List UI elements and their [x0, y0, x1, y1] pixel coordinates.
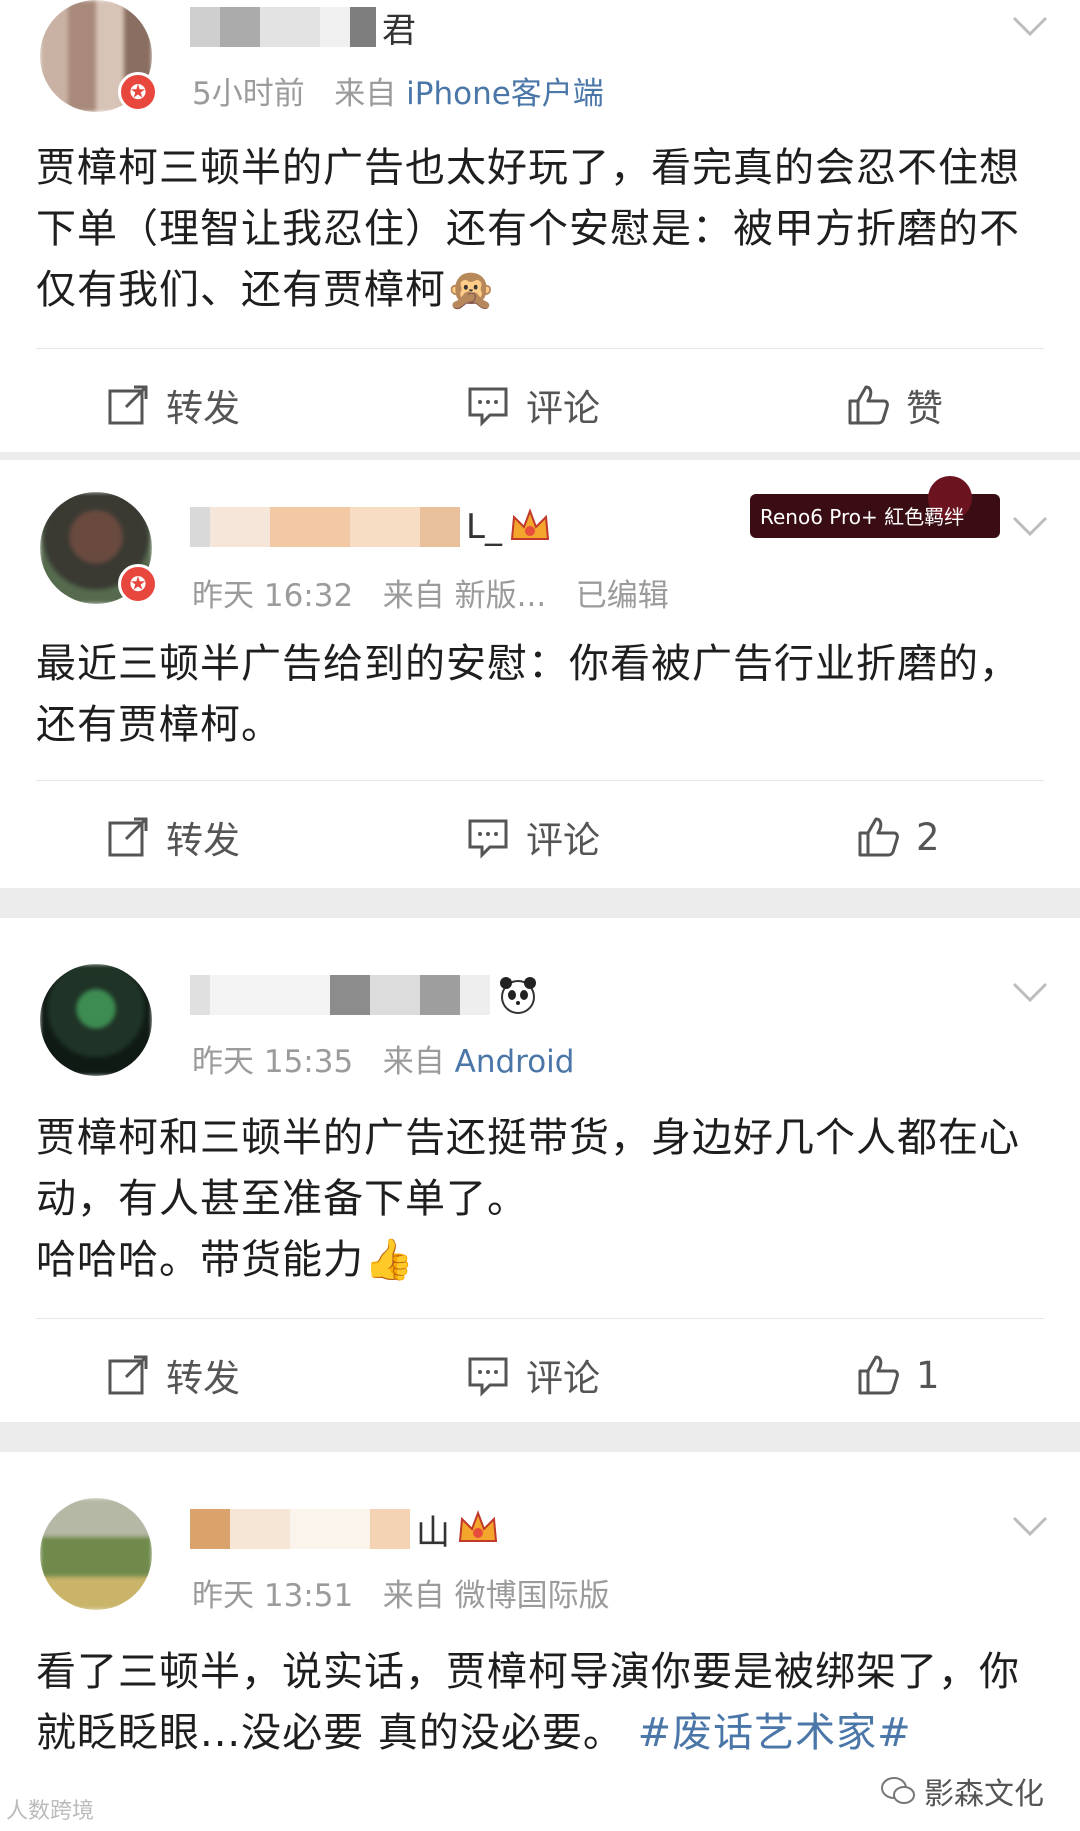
comment-icon [468, 819, 508, 859]
source-prefix: 来自 [382, 1578, 445, 1614]
source-prefix: 来自 [334, 76, 397, 112]
chevron-down-icon[interactable] [1010, 972, 1050, 1012]
action-bar: 转发 评论 赞 [0, 360, 1080, 450]
action-bar: 转发 评论 2 [0, 792, 1080, 882]
post-card: ✪ 君 5小时前 来自 iPhone客户端 贾樟柯三顿半的广告也太好玩了，看完真… [0, 0, 1080, 452]
username-mosaic [190, 507, 460, 547]
post-source[interactable]: 微博国际版 [455, 1578, 610, 1614]
post-card: 昨天 15:35 来自 Android 贾樟柯和三顿半的广告还挺带货，身边好几个… [0, 918, 1080, 1422]
repost-icon [108, 385, 148, 425]
username-tail: 山 [416, 1512, 450, 1553]
like-button[interactable]: 2 [856, 792, 940, 882]
post-content: 最近三顿半广告给到的安慰：你看被广告行业折磨的，还有贾樟柯。 [36, 641, 1020, 748]
like-button[interactable]: 1 [856, 1330, 940, 1420]
username[interactable] [190, 970, 540, 1020]
like-count: 1 [916, 1353, 940, 1397]
comment-label: 评论 [526, 1357, 600, 1400]
post-content: 贾樟柯三顿半的广告也太好玩了，看完真的会忍不住想下单（理智让我忍住）还有个安慰是… [36, 145, 1020, 313]
divider [36, 348, 1044, 349]
username[interactable]: 山 [190, 1504, 500, 1554]
post-content: 贾樟柯和三顿半的广告还挺带货，身边好几个人都在心动，有人甚至准备下单了。 哈哈哈… [36, 1108, 1044, 1291]
post-source[interactable]: Android [455, 1044, 575, 1080]
repost-button[interactable]: 转发 [106, 792, 240, 882]
username-mosaic [190, 1509, 410, 1549]
post-time: 昨天 15:35 [192, 1044, 354, 1080]
verified-badge-icon: ✪ [118, 564, 158, 604]
source-prefix: 来自 [382, 578, 445, 614]
repost-icon [108, 1355, 148, 1395]
username-tail: L_ [466, 507, 502, 547]
comment-label: 评论 [526, 387, 600, 430]
verified-badge-icon: ✪ [118, 72, 158, 112]
thumbs-up-icon [858, 817, 899, 857]
repost-button[interactable]: 转发 [106, 1330, 240, 1420]
source-prefix: 来自 [382, 1044, 445, 1080]
post-meta: 昨天 13:51 来自 微博国际版 [192, 1570, 610, 1615]
thumbs-up-icon [858, 1355, 899, 1395]
like-button[interactable]: 赞 [846, 360, 943, 450]
crown-icon [458, 1510, 498, 1542]
post-time: 5小时前 [192, 76, 305, 112]
repost-label: 转发 [166, 819, 240, 862]
comment-button[interactable]: 评论 [466, 792, 600, 882]
username-mosaic [190, 975, 490, 1015]
crown-icon [510, 508, 550, 540]
username[interactable]: 君 [190, 2, 416, 52]
action-bar: 转发 评论 1 [0, 1330, 1080, 1420]
edited-label: 已编辑 [575, 578, 669, 614]
reno-badge: Reno6 Pro+ 紅色羁绊 [750, 476, 1000, 538]
like-label: 赞 [906, 387, 943, 430]
comment-button[interactable]: 评论 [466, 1330, 600, 1420]
post-content-line: 哈哈哈。带货能力👍 [36, 1237, 415, 1283]
repost-button[interactable]: 转发 [106, 360, 240, 450]
post-time: 昨天 16:32 [192, 578, 354, 614]
chevron-down-icon[interactable] [1010, 1506, 1050, 1546]
comment-label: 评论 [526, 819, 600, 862]
watermark-text: 影森文化 [924, 1777, 1044, 1812]
repost-icon [108, 817, 148, 857]
wechat-icon [881, 1777, 915, 1804]
post-card: 山 昨天 13:51 来自 微博国际版 看了三顿半，说实话，贾樟柯导演你要是被绑… [0, 1452, 1080, 1831]
divider [36, 780, 1044, 781]
comment-icon [468, 387, 508, 427]
post-source[interactable]: iPhone客户端 [406, 76, 604, 112]
post-source[interactable]: 新版... [455, 578, 547, 614]
comment-icon [468, 1357, 508, 1397]
username-mosaic [190, 7, 376, 47]
avatar[interactable] [40, 964, 152, 1076]
comment-button[interactable]: 评论 [466, 360, 600, 450]
reno-badge-text: Reno6 Pro+ 紅色羁绊 [760, 505, 964, 529]
watermark: 影森文化 [880, 1769, 1044, 1813]
avatar[interactable] [40, 1498, 152, 1610]
chevron-down-icon[interactable] [1010, 6, 1050, 46]
repost-label: 转发 [166, 1357, 240, 1400]
post-time: 昨天 13:51 [192, 1578, 354, 1614]
post-meta: 5小时前 来自 iPhone客户端 [192, 68, 604, 113]
post-content: 看了三顿半，说实话，贾樟柯导演你要是被绑架了，你就眨眨眼...没必要 真的没必要… [36, 1642, 1044, 1764]
post-meta: 昨天 16:32 来自 新版... 已编辑 [192, 570, 669, 615]
repost-label: 转发 [166, 387, 240, 430]
username[interactable]: L_ [190, 502, 552, 552]
post-content-line: 贾樟柯和三顿半的广告还挺带货，身边好几个人都在心动，有人甚至准备下单了。 [36, 1115, 1020, 1222]
like-count: 2 [916, 815, 940, 859]
username-tail: 君 [382, 10, 416, 51]
post-meta: 昨天 15:35 来自 Android [192, 1036, 574, 1081]
panda-icon [500, 977, 536, 1014]
divider [36, 1318, 1044, 1319]
chevron-down-icon[interactable] [1010, 506, 1050, 546]
hashtag-link[interactable]: #废话艺术家# [638, 1710, 912, 1756]
post-card: ✪ L_ Reno6 Pro+ 紅色羁绊 昨天 16:32 来自 新版... 已… [0, 460, 1080, 888]
thumbs-up-icon [848, 385, 889, 425]
watermark-secondary: 人数跨境 [6, 1799, 95, 1824]
